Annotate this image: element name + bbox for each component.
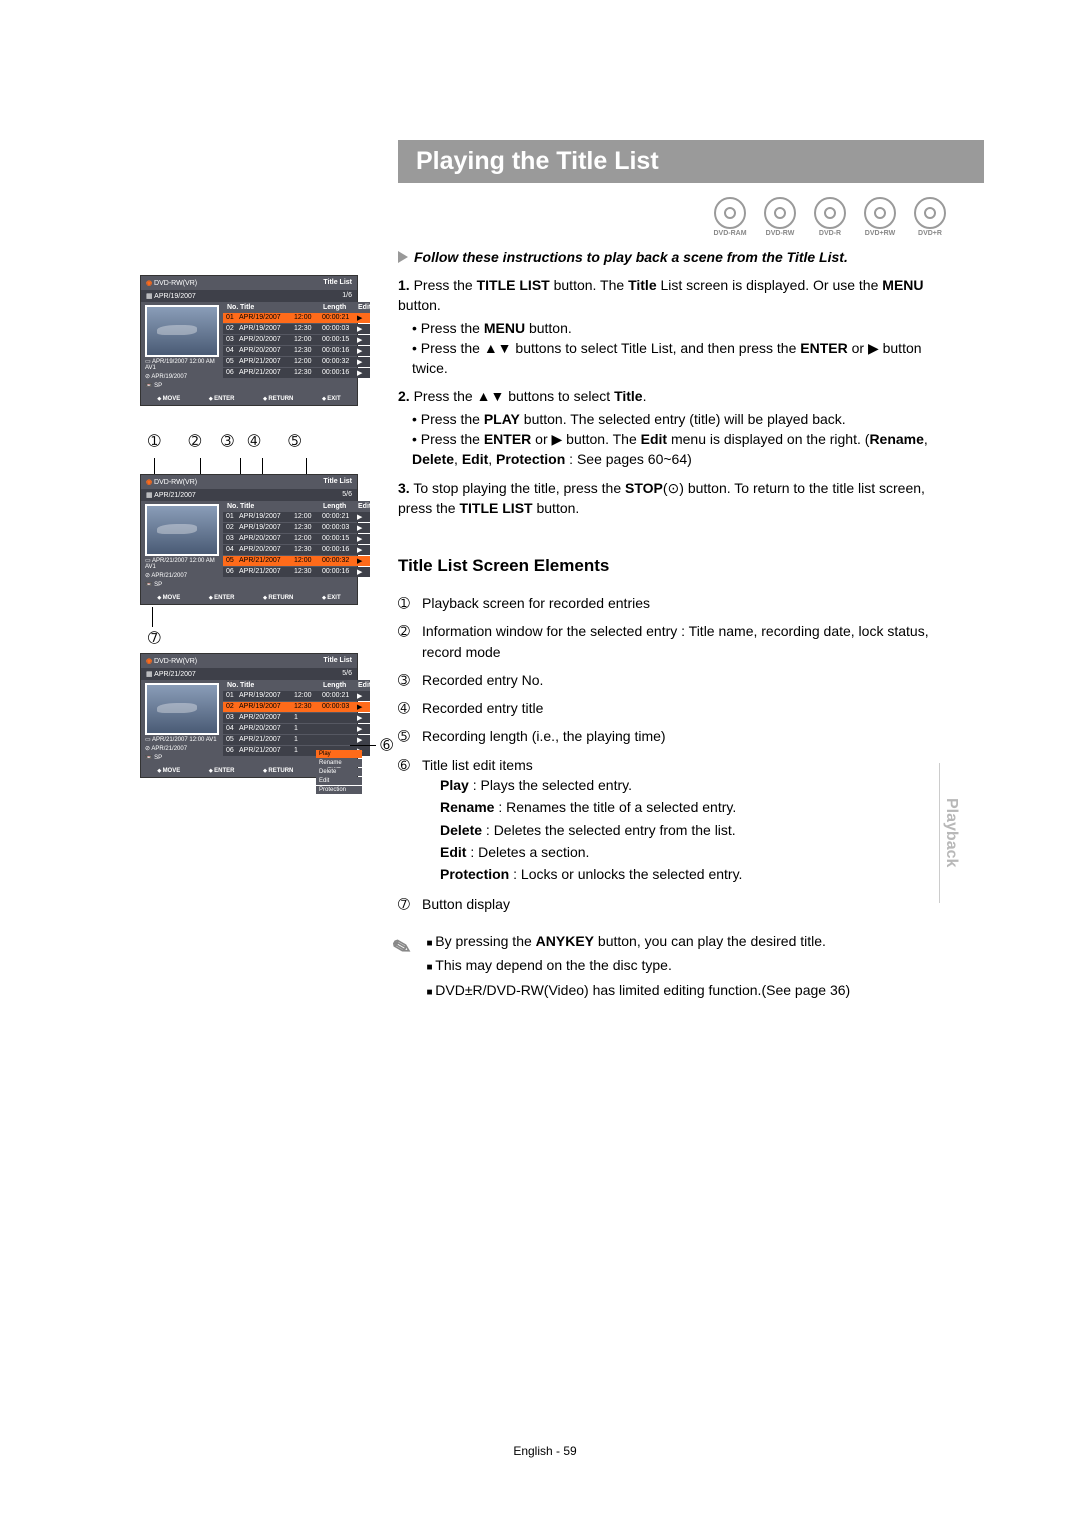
callout-1: ➀ xyxy=(148,432,161,450)
disc-label: DVD+R xyxy=(910,230,950,237)
disc-icon xyxy=(864,197,896,229)
ui-screenshot-3: ◉ DVD-RW(VR)Title List ▦ APR/21/20075/6 … xyxy=(140,653,358,778)
disc-label: DVD-RW xyxy=(760,230,800,237)
callout-labels: ➀ ➁ ➂ ➃ ➄ xyxy=(140,432,350,450)
disc-icon xyxy=(764,197,796,229)
page-footer: English - 59 xyxy=(140,1444,950,1458)
disc-label: DVD-R xyxy=(810,230,850,237)
callout-7: ➆ xyxy=(148,629,161,647)
ui-screenshot-1: ◉ DVD-RW(VR)Title List ▦ APR/19/20071/6 … xyxy=(140,275,358,406)
arrow-right-icon xyxy=(398,251,408,263)
disc-label: DVD+RW xyxy=(860,230,900,237)
intro-text: Follow these instructions to play back a… xyxy=(414,249,848,265)
callout-3: ➂ xyxy=(221,432,234,450)
elements-heading: Title List Screen Elements xyxy=(398,554,950,579)
callout-2: ➁ xyxy=(189,432,202,450)
disc-compat-row: DVD-RAM DVD-RW DVD-R DVD+RW DVD+R xyxy=(140,197,950,237)
disc-icon xyxy=(914,197,946,229)
disc-icon xyxy=(814,197,846,229)
screen-elements-list: ➀Playback screen for recorded entries➁In… xyxy=(398,593,950,915)
side-tab: Playback xyxy=(939,763,960,903)
intro-instruction: Follow these instructions to play back a… xyxy=(398,249,950,265)
callout-6-pointer: ➅ xyxy=(350,736,393,754)
callout-4: ➃ xyxy=(248,432,261,450)
note-icon: ✎ xyxy=(389,930,426,1006)
notes-list: By pressing the ANYKEY button, you can p… xyxy=(426,931,850,1005)
edit-menu-popup: PlayRenameDeleteEditProtection xyxy=(316,750,362,795)
callout-5: ➄ xyxy=(288,432,301,450)
callout-6: ➅ xyxy=(380,736,393,754)
section-title: Playing the Title List xyxy=(398,140,984,183)
disc-icon xyxy=(714,197,746,229)
ui-screenshot-2: ◉ DVD-RW(VR)Title List ▦ APR/21/20075/6 … xyxy=(140,474,358,605)
disc-label: DVD-RAM xyxy=(710,230,750,237)
note-block: ✎ By pressing the ANYKEY button, you can… xyxy=(398,931,950,1005)
instruction-steps: 1. Press the TITLE LIST button. The Titl… xyxy=(398,275,950,518)
